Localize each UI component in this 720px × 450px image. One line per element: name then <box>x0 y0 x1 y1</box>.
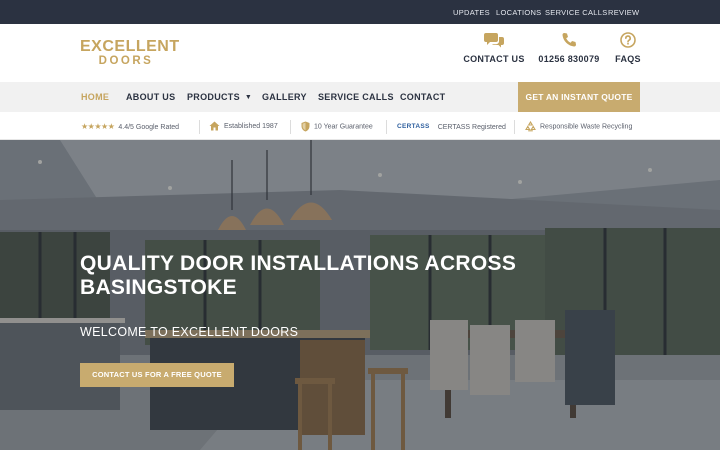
hero-banner: QUALITY DOOR INSTALLATIONS ACROSS BASING… <box>0 140 720 450</box>
hero-subtitle: WELCOME TO EXCELLENT DOORS <box>80 325 299 339</box>
trust-guarantee-text: 10 Year Guarantee <box>314 123 373 131</box>
trust-divider <box>514 120 515 134</box>
star-rating-icon: ★★★★★ <box>81 122 115 131</box>
question-circle-icon <box>620 32 636 48</box>
logo-text-bottom: DOORS <box>98 55 154 67</box>
trust-rating-text: 4.4/5 Google Rated <box>118 123 180 131</box>
nav-item-service-calls[interactable]: SERVICE CALLS <box>318 92 394 102</box>
phone-icon <box>562 33 576 47</box>
trust-divider <box>199 120 200 134</box>
nav-item-contact[interactable]: CONTACT <box>400 92 445 102</box>
trust-recycling-text: Responsible Waste Recycling <box>540 123 633 131</box>
topbar-link-service-calls[interactable]: SERVICE CALLS <box>545 8 608 17</box>
header-faqs-link[interactable]: FAQS <box>612 32 644 78</box>
trust-established-text: Established 1987 <box>224 123 278 130</box>
recycle-icon <box>525 121 536 132</box>
trust-divider <box>290 120 291 134</box>
top-utility-bar: UPDATES LOCATIONS SERVICE CALLS REVIEW <box>0 0 720 24</box>
logo-text-top: EXCELLENT <box>80 38 180 55</box>
certass-logo: CERTASS <box>397 123 430 130</box>
hero-title: QUALITY DOOR INSTALLATIONS ACROSS BASING… <box>80 252 517 299</box>
chevron-down-icon: ▼ <box>244 94 253 101</box>
trust-guarantee: 10 Year Guarantee <box>301 121 373 133</box>
trust-certass-text: CERTASS Registered <box>437 123 506 131</box>
nav-item-home[interactable]: HOME <box>81 92 109 102</box>
trust-certass: CERTASS CERTASS Registered <box>397 121 506 133</box>
site-logo[interactable]: EXCELLENT DOORS <box>80 38 180 70</box>
header-faqs-label: FAQS <box>615 54 641 64</box>
nav-item-about-us[interactable]: ABOUT US <box>126 92 175 102</box>
chat-bubbles-icon <box>484 33 504 48</box>
trust-divider <box>386 120 387 134</box>
free-quote-button[interactable]: CONTACT US FOR A FREE QUOTE <box>80 363 234 387</box>
header-phone-link[interactable]: 01256 830079 <box>536 32 602 78</box>
nav-item-products-label: PRODUCTS <box>187 92 240 102</box>
trust-bar: ★★★★★ 4.4/5 Google Rated Established 1987… <box>0 112 720 140</box>
topbar-link-updates[interactable]: UPDATES <box>453 8 490 17</box>
instant-quote-button[interactable]: GET AN INSTANT QUOTE <box>518 82 640 112</box>
header-contact-link[interactable]: CONTACT US <box>462 32 526 78</box>
header-contact-label: CONTACT US <box>463 54 525 64</box>
trust-google-rating: ★★★★★ 4.4/5 Google Rated <box>81 121 179 133</box>
nav-item-gallery[interactable]: GALLERY <box>262 92 307 102</box>
house-icon <box>209 121 220 131</box>
topbar-link-review[interactable]: REVIEW <box>608 8 639 17</box>
header-phone-label: 01256 830079 <box>538 54 600 64</box>
site-header: EXCELLENT DOORS CONTACT US 01256 830079 … <box>0 24 720 82</box>
shield-icon <box>301 121 310 132</box>
trust-established: Established 1987 <box>209 121 278 133</box>
nav-item-products[interactable]: PRODUCTS ▼ <box>187 92 252 102</box>
trust-recycling: Responsible Waste Recycling <box>525 121 632 133</box>
topbar-link-locations[interactable]: LOCATIONS <box>496 8 541 17</box>
